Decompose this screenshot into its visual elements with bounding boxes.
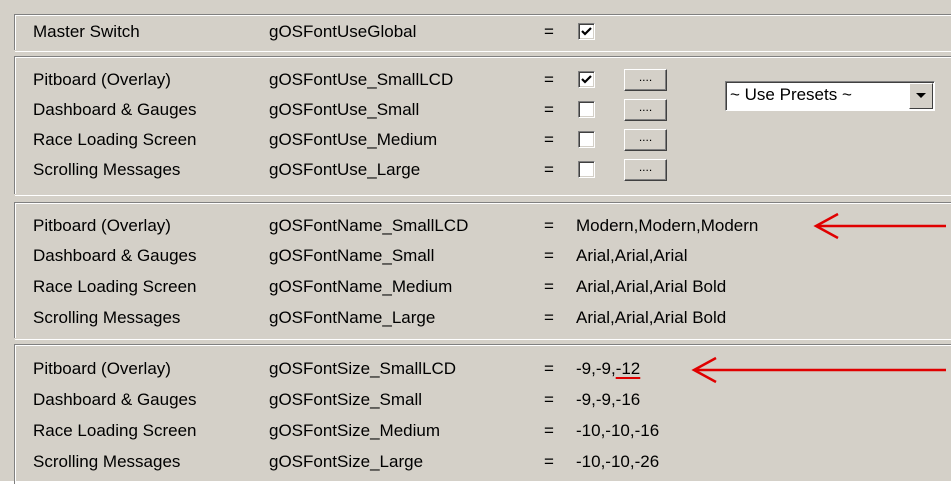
master-switch-checkbox[interactable] [578,23,595,40]
row-value: -10,-10,-26 [576,452,660,471]
row-value: -9,-9,-12 [576,354,640,384]
row-key: gOSFontUse_Medium [269,130,438,149]
presets-selected-value: ~ Use Presets ~ [730,85,852,104]
row-label: Dashboard & Gauges [33,390,197,409]
row-label: Pitboard (Overlay) [33,216,171,235]
row-key: gOSFontName_Small [269,246,435,265]
row-key: gOSFontSize_Small [269,390,423,409]
row-value: Modern,Modern,Modern [576,216,759,235]
row-label: Scrolling Messages [33,452,181,471]
font-browse-button[interactable]: .... [624,159,667,181]
underlined-value: -12 [615,359,641,378]
row-equals: = [544,246,554,265]
row-label: Race Loading Screen [33,130,197,149]
row-value-prefix: -9,-9, [576,359,616,378]
row-key: gOSFontUse_Large [269,160,421,179]
row-key: gOSFontSize_Medium [269,421,441,440]
row-value: -9,-9,-16 [576,390,641,409]
row-key: gOSFontSize_SmallLCD [269,359,457,378]
row-equals: = [544,70,554,89]
row-equals: = [544,452,554,471]
checkmark-icon [581,75,592,84]
row-equals: = [544,216,554,235]
presets-dropdown-button[interactable] [909,83,933,109]
row-label: Pitboard (Overlay) [33,359,171,378]
font-use-checkbox[interactable] [578,131,595,148]
row-label: Scrolling Messages [33,160,181,179]
row-key: gOSFontUse_Small [269,100,420,119]
red-arrow-icon [691,356,946,384]
font-browse-button[interactable]: .... [624,69,667,91]
row-equals: = [544,160,554,179]
row-value: Arial,Arial,Arial [576,246,688,265]
font-browse-button[interactable]: .... [624,99,667,121]
font-browse-button[interactable]: .... [624,129,667,151]
font-use-group: Pitboard (Overlay) gOSFontUse_SmallLCD =… [14,56,951,196]
row-key: gOSFontSize_Large [269,452,424,471]
row-label: Pitboard (Overlay) [33,70,171,89]
row-equals: = [544,277,554,296]
row-label: Race Loading Screen [33,277,197,296]
row-equals: = [544,359,554,378]
font-name-group: Pitboard (Overlay) gOSFontName_SmallLCD … [14,202,951,340]
row-equals: = [544,130,554,149]
row-value: -10,-10,-16 [576,421,660,440]
row-label: Dashboard & Gauges [33,100,197,119]
row-key: gOSFontUse_SmallLCD [269,70,454,89]
row-label: Race Loading Screen [33,421,197,440]
row-key: gOSFontUseGlobal [269,22,417,41]
row-equals: = [544,22,554,41]
row-value: Arial,Arial,Arial Bold [576,308,727,327]
checkmark-icon [581,27,592,36]
row-label: Dashboard & Gauges [33,246,197,265]
red-arrow-icon [813,212,946,240]
row-equals: = [544,308,554,327]
chevron-down-icon [916,93,926,98]
row-key: gOSFontName_SmallLCD [269,216,469,235]
row-equals: = [544,100,554,119]
font-use-checkbox[interactable] [578,71,595,88]
master-group: Master Switch gOSFontUseGlobal = [14,14,951,52]
row-label: Scrolling Messages [33,308,181,327]
font-use-checkbox[interactable] [578,161,595,178]
row-equals: = [544,421,554,440]
row-label: Master Switch [33,22,140,41]
row-key: gOSFontName_Medium [269,277,453,296]
row-equals: = [544,390,554,409]
font-use-checkbox[interactable] [578,101,595,118]
settings-panel: Master Switch gOSFontUseGlobal = Pitboar… [0,0,951,486]
row-value: Arial,Arial,Arial Bold [576,277,727,296]
row-key: gOSFontName_Large [269,308,436,327]
presets-dropdown[interactable]: ~ Use Presets ~ [725,81,935,111]
